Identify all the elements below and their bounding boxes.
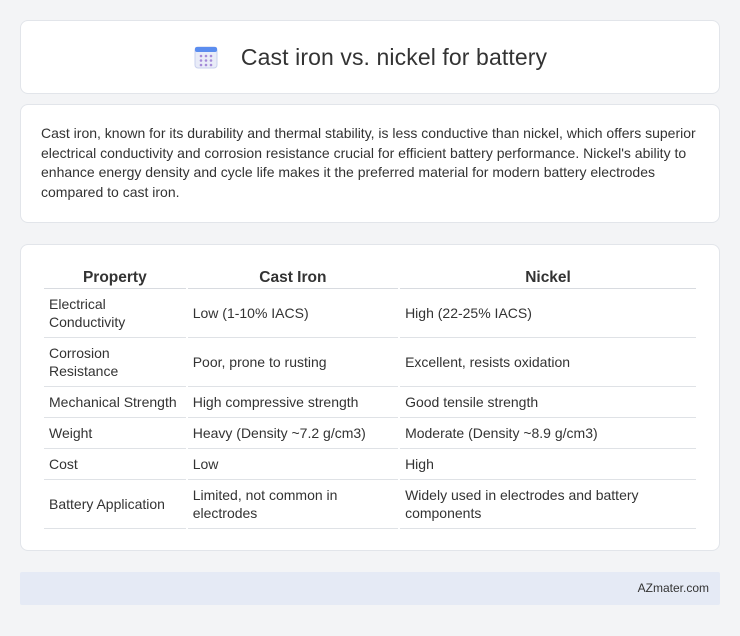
nickel-cell: Moderate (Density ~8.9 g/cm3) xyxy=(400,418,696,449)
cast-iron-cell: Low xyxy=(187,449,399,480)
table-row: Mechanical Strength High compressive str… xyxy=(44,387,696,418)
page-title: Cast iron vs. nickel for battery xyxy=(240,43,548,70)
cast-iron-cell: High compressive strength xyxy=(187,387,399,418)
comparison-table: Property Cast Iron Nickel Electrical Con… xyxy=(42,263,698,529)
table-row: Corrosion Resistance Poor, prone to rust… xyxy=(44,338,696,387)
nickel-cell: High xyxy=(400,449,696,480)
nickel-cell: High (22-25% IACS) xyxy=(400,289,696,338)
cast-iron-cell: Heavy (Density ~7.2 g/cm3) xyxy=(187,418,399,449)
header-property: Property xyxy=(44,263,186,289)
table-row: Weight Heavy (Density ~7.2 g/cm3) Modera… xyxy=(44,418,696,449)
property-cell: Corrosion Resistance xyxy=(44,338,186,387)
header-cast-iron: Cast Iron xyxy=(187,263,399,289)
nickel-cell: Good tensile strength xyxy=(400,387,696,418)
comparison-table-card: Property Cast Iron Nickel Electrical Con… xyxy=(20,244,720,551)
table-row: Cost Low High xyxy=(44,449,696,480)
cast-iron-cell: Limited, not common in electrodes xyxy=(187,480,399,529)
footer-brand: AZmater.com xyxy=(637,581,709,595)
nickel-cell: Excellent, resists oxidation xyxy=(400,338,696,387)
property-cell: Battery Application xyxy=(44,480,186,529)
footer-bar: AZmater.com xyxy=(20,572,720,605)
table-row: Battery Application Limited, not common … xyxy=(44,480,696,529)
property-cell: Weight xyxy=(44,418,186,449)
property-cell: Electrical Conductivity xyxy=(44,289,186,338)
calendar-icon xyxy=(194,46,218,69)
summary-text: Cast iron, known for its durability and … xyxy=(41,125,696,200)
table-header-row: Property Cast Iron Nickel xyxy=(44,263,696,289)
nickel-cell: Widely used in electrodes and battery co… xyxy=(400,480,696,529)
header-nickel: Nickel xyxy=(400,263,696,289)
table-row: Electrical Conductivity Low (1-10% IACS)… xyxy=(44,289,696,338)
property-cell: Mechanical Strength xyxy=(44,387,186,418)
cast-iron-cell: Low (1-10% IACS) xyxy=(187,289,399,338)
title-card: Cast iron vs. nickel for battery xyxy=(20,20,720,94)
property-cell: Cost xyxy=(44,449,186,480)
cast-iron-cell: Poor, prone to rusting xyxy=(187,338,399,387)
summary-card: Cast iron, known for its durability and … xyxy=(20,104,720,223)
